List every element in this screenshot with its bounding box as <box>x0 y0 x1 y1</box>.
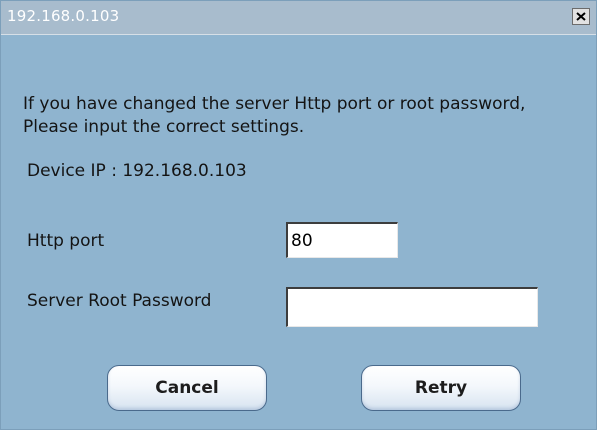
instruction-message: If you have changed the server Http port… <box>23 94 526 137</box>
title-bar: 192.168.0.103 <box>1 1 596 35</box>
settings-dialog: 192.168.0.103 If you have changed the se… <box>0 0 597 430</box>
http-port-input[interactable] <box>286 222 398 258</box>
close-icon <box>576 12 586 21</box>
close-button[interactable] <box>572 8 590 25</box>
retry-button[interactable]: Retry <box>361 365 521 411</box>
root-password-label: Server Root Password <box>27 291 212 311</box>
root-password-input[interactable] <box>286 287 538 327</box>
window-title: 192.168.0.103 <box>7 7 120 25</box>
device-ip-label: Device IP : 192.168.0.103 <box>27 161 247 181</box>
cancel-button[interactable]: Cancel <box>107 365 267 411</box>
http-port-label: Http port <box>27 231 105 251</box>
